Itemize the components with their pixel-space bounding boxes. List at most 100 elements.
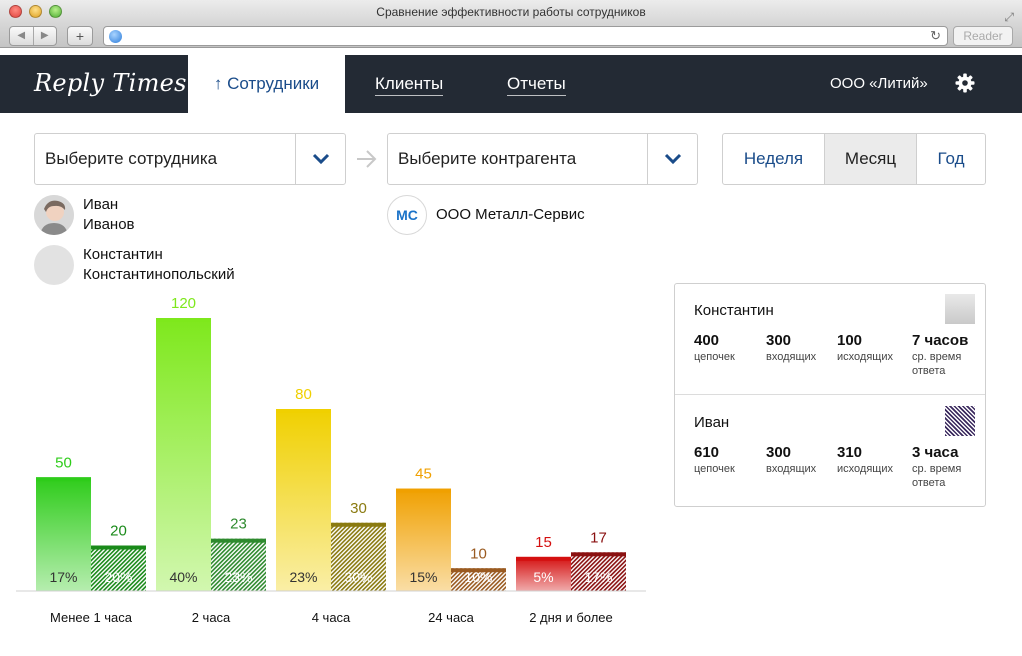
stat-incoming: 300 входящих: [766, 332, 836, 364]
legend-row-konstantin: Константин 400 цепочек 300 входящих 100 исх…: [675, 284, 985, 395]
employee-select-label: Выберите сотрудника: [45, 149, 218, 168]
bar-top-cap: [571, 552, 626, 557]
bar-top-cap: [156, 318, 211, 322]
employee-last-name: Иванов: [83, 216, 135, 233]
contractor-select-toggle[interactable]: [647, 134, 697, 184]
value-label: 45: [415, 466, 432, 483]
value-label: 15: [535, 534, 552, 551]
stat-value: 300: [766, 332, 792, 349]
tab-clients-label: Клиенты: [375, 74, 444, 96]
percent-label: 23%: [289, 569, 317, 585]
category-label: Менее 1 часа: [50, 610, 133, 625]
employee-first-name: Иван: [83, 196, 119, 213]
percent-label: 17%: [584, 569, 612, 585]
stat-label: цепочек: [694, 463, 735, 475]
period-week-button[interactable]: Неделя: [723, 134, 825, 184]
bar-top-cap: [36, 477, 91, 482]
category-label: 2 часа: [192, 610, 231, 625]
percent-label: 15%: [409, 569, 437, 585]
employee-last-name: Константинопольский: [83, 266, 235, 283]
stat-value: 300: [766, 444, 792, 461]
zoom-window-button[interactable]: [49, 5, 62, 18]
stat-outgoing: 310 исходящих: [837, 444, 907, 476]
period-month-button[interactable]: Месяц: [825, 134, 917, 184]
legend-name: Иван: [694, 414, 730, 431]
stat-chains: 610 цепочек: [694, 444, 764, 476]
minimize-window-button[interactable]: [29, 5, 42, 18]
value-label: 10: [470, 545, 487, 562]
legend-name: Константин: [694, 302, 774, 319]
value-label: 17: [590, 529, 607, 546]
stat-chains: 400 цепочек: [694, 332, 764, 364]
back-icon[interactable]: ◀: [10, 27, 34, 45]
value-label: 80: [295, 386, 312, 403]
percent-label: 20%: [104, 569, 132, 585]
contractor-select[interactable]: Выберите контрагента: [387, 133, 698, 185]
company-name[interactable]: ООО «Литий»: [830, 55, 928, 113]
avatar: [34, 245, 74, 285]
contractor-logo: MC: [387, 195, 427, 235]
stat-value: 400: [694, 332, 720, 349]
stat-value: 610: [694, 444, 720, 461]
employee-name: Константин Константинопольский: [83, 245, 323, 285]
legend-swatch-plain: [945, 294, 975, 324]
stat-label: исходящих: [837, 463, 893, 475]
contractor-name: ООО Металл-Сервис: [436, 206, 585, 223]
bar-top-cap: [396, 488, 451, 493]
legend-swatch-hatched: [945, 406, 975, 436]
stat-outgoing: 100 исходящих: [837, 332, 907, 364]
reader-button[interactable]: Reader: [953, 26, 1013, 46]
stat-label: входящих: [766, 351, 817, 363]
bar-top-cap: [211, 538, 266, 543]
bar-konstantin-2[interactable]: [276, 409, 331, 591]
reload-icon[interactable]: ↻: [930, 28, 941, 44]
stat-incoming: 300 входящих: [766, 444, 836, 476]
stat-label: ср. время ответа: [912, 351, 962, 377]
period-year-button[interactable]: Год: [917, 134, 985, 184]
tab-reports[interactable]: Отчеты: [507, 55, 566, 113]
stat-value: 7 часов: [912, 332, 969, 349]
legend-panel: Константин 400 цепочек 300 входящих 100 исх…: [674, 283, 986, 507]
gear-icon[interactable]: [955, 73, 975, 93]
tab-employees-label: ↑ Сотрудники: [213, 74, 320, 93]
value-label: 30: [350, 500, 367, 517]
stat-value: 310: [837, 444, 863, 461]
app-header: Reply Times ↑ Сотрудники Клиенты Отчеты …: [0, 55, 1022, 113]
new-tab-button[interactable]: +: [67, 26, 93, 46]
forward-icon[interactable]: ▶: [34, 27, 57, 45]
globe-icon: [109, 30, 122, 43]
bar-top-cap: [331, 522, 386, 527]
percent-label: 17%: [49, 569, 77, 585]
bar-top-cap: [91, 545, 146, 550]
tab-clients[interactable]: Клиенты: [375, 55, 444, 113]
close-window-button[interactable]: [9, 5, 22, 18]
stat-label: исходящих: [837, 351, 893, 363]
stat-value: 100: [837, 332, 863, 349]
arrow-right-icon: [357, 150, 377, 168]
contractor-select-label: Выберите контрагента: [398, 149, 577, 168]
percent-label: 23%: [224, 569, 252, 585]
value-label: 50: [55, 454, 72, 471]
value-label: 20: [110, 523, 127, 540]
employee-select-toggle[interactable]: [295, 134, 345, 184]
bar-konstantin-1[interactable]: [156, 318, 211, 591]
percent-label: 40%: [169, 569, 197, 585]
window-title-bar: Сравнение эффективности работы сотрудник…: [0, 0, 1022, 24]
category-label: 4 часа: [312, 610, 351, 625]
percent-label: 5%: [533, 569, 553, 585]
address-bar[interactable]: ↻: [103, 26, 948, 46]
stat-label: входящих: [766, 463, 817, 475]
bar-top-cap: [276, 409, 331, 413]
period-switcher: Неделя Месяц Год: [722, 133, 986, 185]
employee-name: Иван Иванов: [83, 195, 323, 235]
value-label: 120: [171, 295, 196, 312]
app-logo[interactable]: Reply Times: [34, 69, 187, 97]
tab-employees[interactable]: ↑ Сотрудники: [188, 55, 345, 113]
employee-select[interactable]: Выберите сотрудника: [34, 133, 346, 185]
stat-avg-response: 3 часа ср. время ответа: [912, 444, 982, 490]
employee-first-name: Константин: [83, 246, 163, 263]
percent-label: 10%: [464, 569, 492, 585]
response-time-chart: 50 17% 20 20% Менее 1 часа 120 40% 23 23% 2 часа 8…: [16, 295, 646, 625]
chevron-down-icon: [312, 153, 330, 165]
category-label: 2 дня и более: [529, 610, 613, 625]
